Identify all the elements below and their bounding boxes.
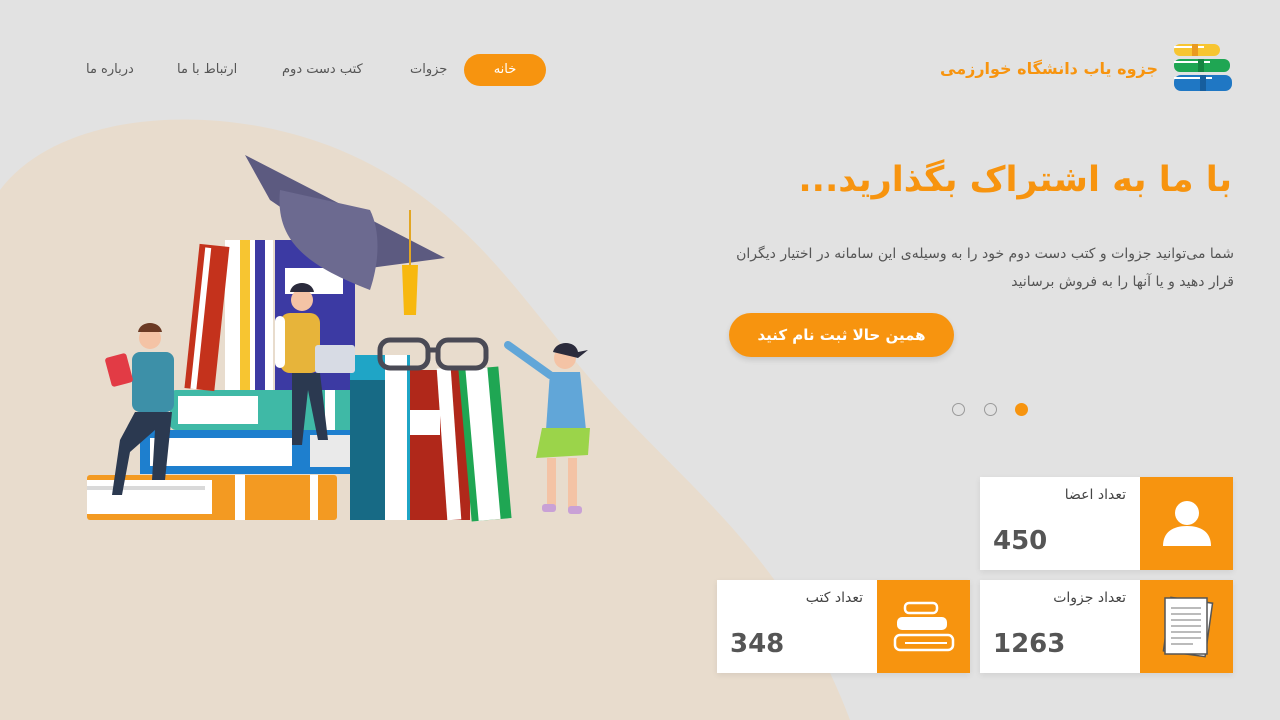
user-icon <box>1162 500 1211 546</box>
slider-dot-2[interactable] <box>984 403 997 416</box>
nav-contact[interactable]: ارتباط با ما <box>177 54 237 86</box>
nav-notes[interactable]: جزوات <box>410 54 447 86</box>
nav-used-books[interactable]: کتب دست دوم <box>282 54 363 86</box>
stat-members-value: 450 <box>993 526 1048 556</box>
notes-icon <box>1162 595 1213 658</box>
stat-notes-label: تعداد جزوات <box>1053 590 1126 606</box>
nav-about[interactable]: درباره ما <box>86 54 134 86</box>
stat-books: تعداد کتب 348 <box>717 580 970 673</box>
hero-title: با ما به اشتراک بگذارید... <box>798 160 1232 200</box>
stat-notes-value: 1263 <box>993 629 1066 659</box>
stat-notes: تعداد جزوات 1263 <box>980 580 1233 673</box>
main-nav: خانه جزوات کتب دست دوم ارتباط با ما دربا… <box>0 54 1280 86</box>
books-icon <box>893 601 954 651</box>
signup-button[interactable]: همین حالا ثبت نام کنید <box>729 313 954 357</box>
slider-dot-1[interactable] <box>952 403 965 416</box>
slider-dot-3[interactable] <box>1015 403 1028 416</box>
students-books-illustration <box>87 155 590 522</box>
nav-home[interactable]: خانه <box>464 54 546 86</box>
stat-members: تعداد اعضا 450 <box>980 477 1233 570</box>
stat-books-label: تعداد کتب <box>805 590 863 606</box>
stat-books-value: 348 <box>730 629 785 659</box>
hero-description: شما می‌توانید جزوات و کتب دست دوم خود را… <box>736 246 1234 290</box>
stat-members-label: تعداد اعضا <box>1064 487 1126 503</box>
